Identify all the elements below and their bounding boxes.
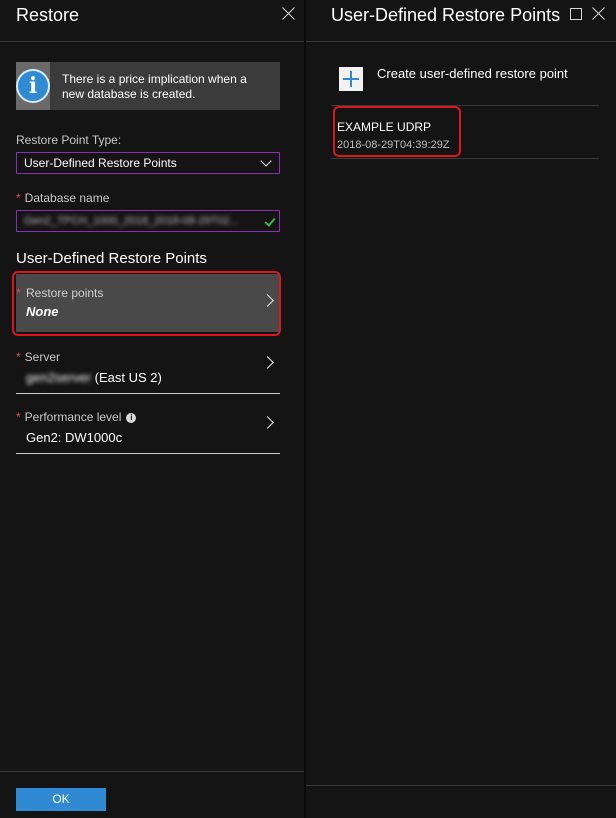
server-value: gen2server (East US 2): [26, 370, 162, 385]
restore-point-type-dropdown[interactable]: User-Defined Restore Points: [16, 152, 280, 174]
performance-level-selector[interactable]: * Performance level i Gen2: DW1000c: [16, 396, 280, 454]
performance-label: Performance level: [24, 410, 122, 424]
section-title: User-Defined Restore Points: [16, 250, 207, 267]
udrp-blade-header: User-Defined Restore Points: [306, 0, 616, 42]
chevron-right-icon: [261, 416, 274, 429]
restore-point-highlight: [333, 106, 461, 157]
required-asterisk: *: [16, 350, 21, 364]
performance-value: Gen2: DW1000c: [26, 430, 123, 445]
udrp-blade: User-Defined Restore Points Create user-…: [306, 0, 616, 818]
info-icon: i: [16, 69, 50, 103]
restore-blade-header: Restore: [0, 0, 304, 42]
server-label: Server: [24, 350, 61, 364]
info-icon[interactable]: i: [126, 413, 137, 423]
create-restore-point-label: Create user-defined restore point: [377, 66, 568, 81]
required-asterisk: *: [16, 410, 21, 424]
close-icon[interactable]: [282, 6, 296, 20]
restore-blade-title: Restore: [16, 5, 80, 25]
udrp-blade-title: User-Defined Restore Points: [331, 5, 561, 25]
footer-divider: [306, 785, 616, 786]
database-name-input[interactable]: Gen2_TPCH_1000_2018_2018-08-29T02...: [16, 210, 280, 232]
required-asterisk: *: [16, 191, 21, 205]
chevron-down-icon: [260, 155, 272, 167]
footer-divider: [0, 771, 304, 772]
server-region: (East US 2): [94, 370, 162, 385]
restore-points-highlight: [12, 271, 281, 336]
info-icon-box: i: [16, 62, 50, 110]
server-name: gen2server: [26, 370, 92, 385]
checkmark-icon: [264, 215, 276, 227]
price-info-banner: i There is a price implication when a ne…: [16, 62, 280, 110]
restore-point-type-value: User-Defined Restore Points: [24, 156, 177, 170]
database-name-label: Database name: [24, 191, 110, 205]
close-icon[interactable]: [592, 6, 606, 20]
restore-point-type-label: Restore Point Type:: [16, 133, 122, 147]
server-label-row: * Server: [16, 350, 60, 364]
performance-label-row: * Performance level i: [16, 410, 137, 424]
plus-icon: [339, 67, 363, 91]
create-restore-point-button[interactable]: Create user-defined restore point: [331, 52, 599, 106]
chevron-right-icon: [261, 356, 274, 369]
ok-button[interactable]: OK: [16, 788, 106, 811]
price-info-text: There is a price implication when a new …: [62, 72, 247, 101]
database-name-label-row: * Database name: [16, 191, 109, 205]
maximize-icon[interactable]: [570, 8, 582, 20]
database-name-value: Gen2_TPCH_1000_2018_2018-08-29T02...: [24, 215, 239, 227]
restore-blade: Restore i There is a price implication w…: [0, 0, 304, 818]
server-selector[interactable]: * Server gen2server (East US 2): [16, 336, 280, 394]
